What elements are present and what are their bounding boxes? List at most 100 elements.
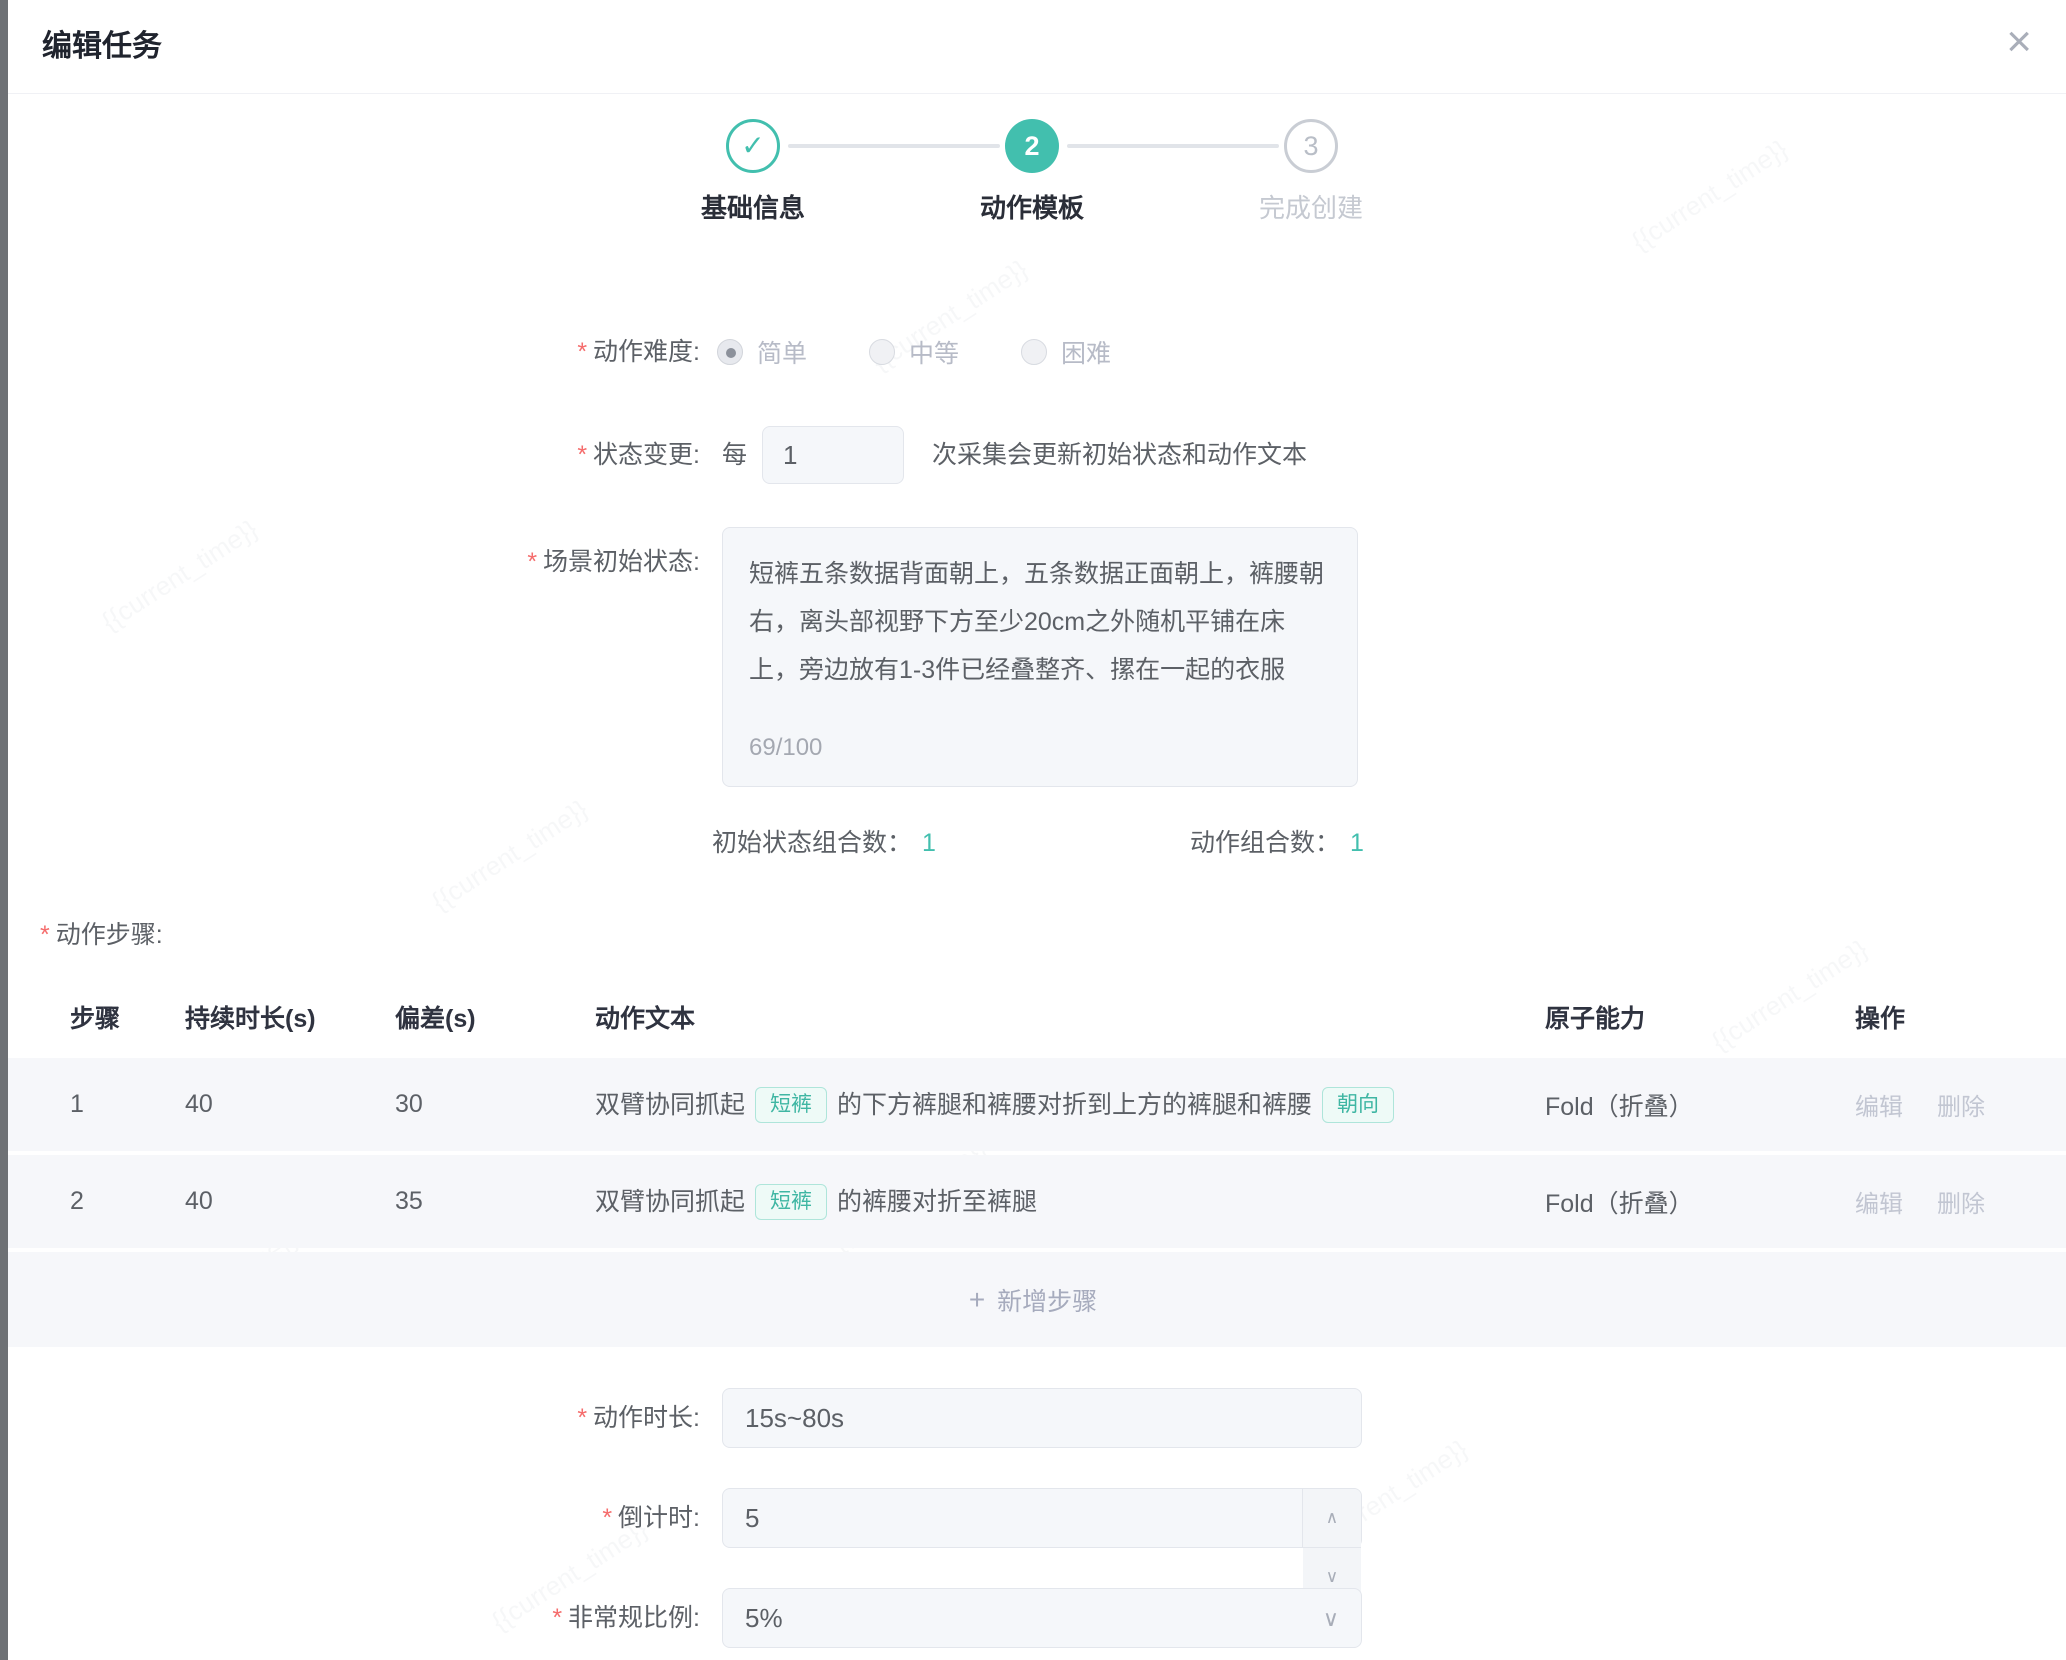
number-spinner: ∧ ∨ (1302, 1489, 1361, 1547)
cell-atomic-ability: Fold（折叠） (1545, 1184, 1855, 1220)
table-row: 2 40 35 双臂协同抓起短裤的裤腰对折至裤腿 Fold（折叠） 编辑 删除 (0, 1155, 2066, 1248)
action-steps-label-text: 动作步骤: (56, 921, 163, 949)
direction-tag: 朝向 (1322, 1087, 1394, 1123)
required-asterisk: * (577, 338, 587, 366)
initial-combo-count: 初始状态组合数： 1 (712, 820, 936, 866)
cell-action-text: 双臂协同抓起短裤的裤腰对折至裤腿 (595, 1180, 1545, 1224)
dialog-title: 编辑任务 (42, 0, 162, 93)
dialog-header: 编辑任务 × (0, 0, 2066, 94)
step-label-action-template: 动作模板 (902, 188, 1162, 225)
radio-easy-label: 简单 (757, 334, 807, 370)
char-counter: 69/100 (749, 724, 822, 772)
countdown-row: *倒计时: 5 ∧ ∨ (0, 1488, 2066, 1548)
plus-icon: + (969, 1284, 985, 1316)
cell-deviation: 35 (395, 1187, 595, 1216)
radio-hard[interactable]: 困难 (1021, 334, 1111, 370)
cell-operations: 编辑 删除 (1855, 1087, 2036, 1122)
required-asterisk: * (40, 921, 50, 949)
radio-medium-label: 中等 (909, 334, 959, 370)
delete-link[interactable]: 删除 (1937, 1094, 1985, 1121)
unusual-ratio-row: *非常规比例: 5% ∨ (0, 1588, 2066, 1648)
step-active-circle: 2 (1005, 119, 1059, 173)
state-change-suffix: 次采集会更新初始状态和动作文本 (932, 426, 1307, 484)
initial-combo-label: 初始状态组合数： (712, 829, 912, 857)
col-header-action-text: 动作文本 (595, 999, 1545, 1035)
countdown-label-text: 倒计时: (618, 1504, 700, 1532)
required-asterisk: * (552, 1604, 562, 1632)
stepper-connector (788, 144, 1000, 148)
add-step-label: 新增步骤 (997, 1282, 1097, 1318)
state-change-label: *状态变更: (0, 426, 700, 484)
action-duration-row: *动作时长: 15s~80s (0, 1388, 2066, 1448)
action-duration-input[interactable]: 15s~80s (722, 1388, 1362, 1448)
action-text-middle: 的裤腰对折至裤腿 (837, 1188, 1037, 1216)
cell-duration: 40 (185, 1187, 395, 1216)
edit-link[interactable]: 编辑 (1855, 1094, 1903, 1121)
action-duration-label: *动作时长: (0, 1388, 700, 1448)
step-label-finish-create: 完成创建 (1181, 188, 1441, 225)
col-header-operation: 操作 (1855, 999, 2036, 1035)
delete-link[interactable]: 删除 (1937, 1191, 1985, 1218)
cell-deviation: 30 (395, 1090, 595, 1119)
state-change-label-text: 状态变更: (593, 441, 700, 469)
required-asterisk: * (577, 441, 587, 469)
countdown-label: *倒计时: (0, 1488, 700, 1548)
table-row: 1 40 30 双臂协同抓起短裤的下方裤腿和裤腰对折到上方的裤腿和裤腰朝向 Fo… (0, 1058, 2066, 1151)
initial-state-textarea[interactable]: 短裤五条数据背面朝上，五条数据正面朝上，裤腰朝右，离头部视野下方至少20cm之外… (722, 527, 1358, 787)
initial-state-label-text: 场景初始状态: (543, 548, 700, 576)
required-asterisk: * (577, 1404, 587, 1432)
col-header-atomic-ability: 原子能力 (1545, 999, 1855, 1035)
object-tag: 短裤 (755, 1087, 827, 1123)
initial-state-text: 短裤五条数据背面朝上，五条数据正面朝上，裤腰朝右，离头部视野下方至少20cm之外… (749, 560, 1324, 684)
col-header-duration: 持续时长(s) (185, 999, 395, 1035)
radio-circle-icon[interactable] (1021, 339, 1047, 365)
edit-link[interactable]: 编辑 (1855, 1191, 1903, 1218)
unusual-ratio-select[interactable]: 5% ∨ (722, 1588, 1362, 1648)
required-asterisk: * (527, 548, 537, 576)
state-change-prefix: 每 (722, 426, 747, 484)
add-step-button[interactable]: + 新增步骤 (0, 1252, 2066, 1347)
unusual-ratio-value: 5% (745, 1603, 783, 1633)
action-duration-label-text: 动作时长: (593, 1404, 700, 1432)
step-pending-circle: 3 (1284, 119, 1338, 173)
radio-easy[interactable]: 简单 (717, 334, 807, 370)
step-label-basic-info: 基础信息 (623, 188, 883, 225)
chevron-down-icon: ∨ (1323, 1589, 1339, 1649)
stepper-connector (1067, 144, 1279, 148)
state-change-row: *状态变更: 每 1 次采集会更新初始状态和动作文本 (0, 426, 2066, 484)
action-text-middle: 的下方裤腿和裤腰对折到上方的裤腿和裤腰 (837, 1091, 1312, 1119)
close-icon[interactable]: × (2006, 12, 2032, 72)
countdown-input[interactable]: 5 ∧ ∨ (722, 1488, 1362, 1548)
action-text-before: 双臂协同抓起 (595, 1091, 745, 1119)
difficulty-row: *动作难度: 简单 中等 困难 (0, 325, 2066, 379)
action-combo-count: 动作组合数： 1 (1190, 820, 1364, 866)
step-done-check-icon: ✓ (726, 119, 780, 173)
cell-step: 2 (70, 1187, 185, 1216)
countdown-value: 5 (745, 1503, 759, 1533)
action-combo-label: 动作组合数： (1190, 829, 1340, 857)
col-header-step: 步骤 (70, 999, 185, 1035)
unusual-ratio-label: *非常规比例: (0, 1588, 700, 1648)
underlying-page-edge (0, 0, 8, 1660)
difficulty-label-text: 动作难度: (593, 338, 700, 366)
required-asterisk: * (602, 1504, 612, 1532)
radio-circle-icon[interactable] (717, 339, 743, 365)
spinner-up-icon[interactable]: ∧ (1303, 1489, 1361, 1548)
difficulty-radio-group: 简单 中等 困难 (717, 325, 1111, 379)
state-change-input[interactable]: 1 (762, 426, 904, 484)
action-combo-value: 1 (1350, 829, 1364, 857)
combo-counts-row: 初始状态组合数： 1 动作组合数： 1 (0, 820, 2066, 866)
radio-medium[interactable]: 中等 (869, 334, 959, 370)
unusual-ratio-label-text: 非常规比例: (568, 1604, 700, 1632)
initial-state-label: *场景初始状态: (0, 542, 700, 578)
radio-circle-icon[interactable] (869, 339, 895, 365)
difficulty-label: *动作难度: (0, 325, 700, 379)
initial-combo-value: 1 (922, 829, 936, 857)
cell-atomic-ability: Fold（折叠） (1545, 1087, 1855, 1123)
action-text-before: 双臂协同抓起 (595, 1188, 745, 1216)
cell-duration: 40 (185, 1090, 395, 1119)
col-header-deviation: 偏差(s) (395, 999, 595, 1035)
radio-hard-label: 困难 (1061, 334, 1111, 370)
action-steps-label: *动作步骤: (40, 912, 163, 958)
steps-table-header: 步骤 持续时长(s) 偏差(s) 动作文本 原子能力 操作 (0, 975, 2066, 1058)
